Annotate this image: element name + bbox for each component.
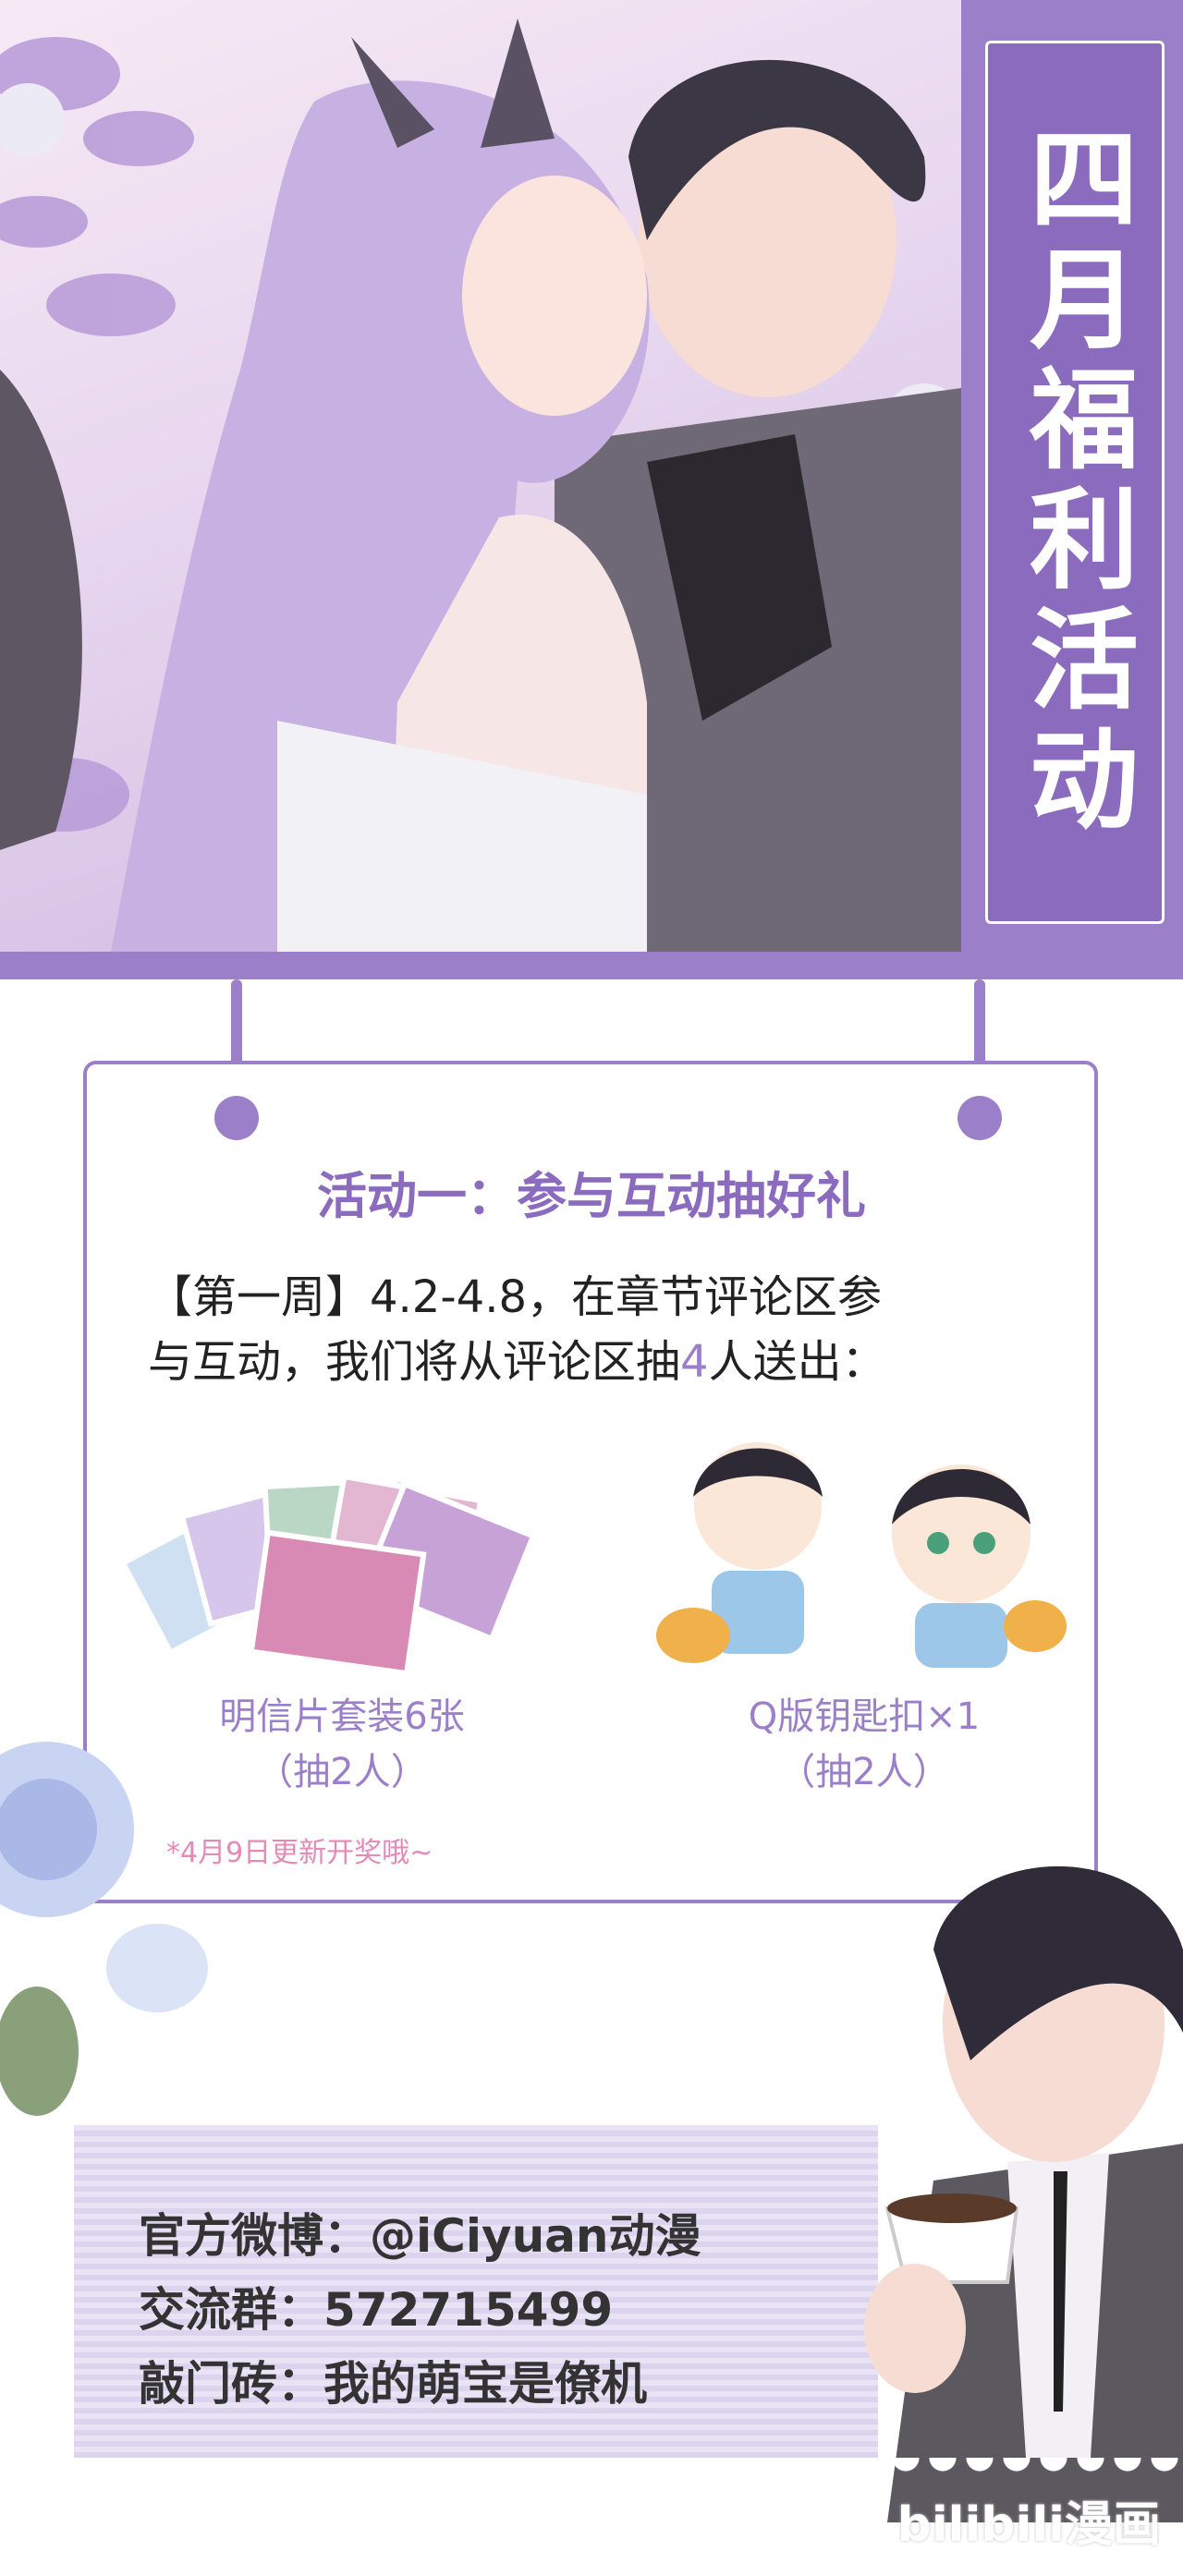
activity-line-2: 与互动，我们将从评论区抽4人送出： xyxy=(148,1331,1044,1393)
prize-2-draw: （抽2人） xyxy=(778,1751,950,1793)
board-pin-right xyxy=(957,1096,1002,1140)
flower-icon xyxy=(0,1742,208,2116)
postcards-icon xyxy=(118,1473,537,1677)
character-icon xyxy=(864,1865,1183,2522)
blue-flower-decoration xyxy=(0,1663,213,2144)
man-with-coffee-illustration xyxy=(832,1811,1183,2522)
activity-line-2-suffix: 人送出： xyxy=(708,1336,886,1388)
official-weibo: 官方微博：@iCiyuan动漫 xyxy=(139,2209,701,2263)
side-banner-frame: 四月福利活动 xyxy=(985,41,1165,924)
prize-2-name: Q版钥匙扣×1 xyxy=(748,1695,981,1738)
cover-illustration xyxy=(0,0,961,952)
join-password: 敲门砖：我的萌宝是僚机 xyxy=(139,2357,647,2411)
winner-count: 4 xyxy=(680,1336,709,1388)
keychain-icon xyxy=(656,1437,1067,1668)
divider-bar xyxy=(0,952,1183,979)
postcard-set-image xyxy=(118,1451,564,1682)
side-banner: 四月福利活动 xyxy=(961,0,1183,952)
activity-title: 活动一：参与互动抽好礼 xyxy=(317,1167,866,1225)
fan-group: 交流群：572715499 xyxy=(139,2283,614,2337)
bilibili-watermark: bilibili漫画 xyxy=(896,2497,1161,2553)
activity-line-2-prefix: 与互动，我们将从评论区抽 xyxy=(148,1336,681,1388)
keychain-image xyxy=(656,1423,1072,1700)
banner-title: 四月福利活动 xyxy=(1010,122,1139,843)
couple-illustration xyxy=(0,18,961,952)
board-pin-left xyxy=(214,1096,259,1140)
activity-line-1: 【第一周】4.2-4.8，在章节评论区参 xyxy=(148,1271,882,1323)
